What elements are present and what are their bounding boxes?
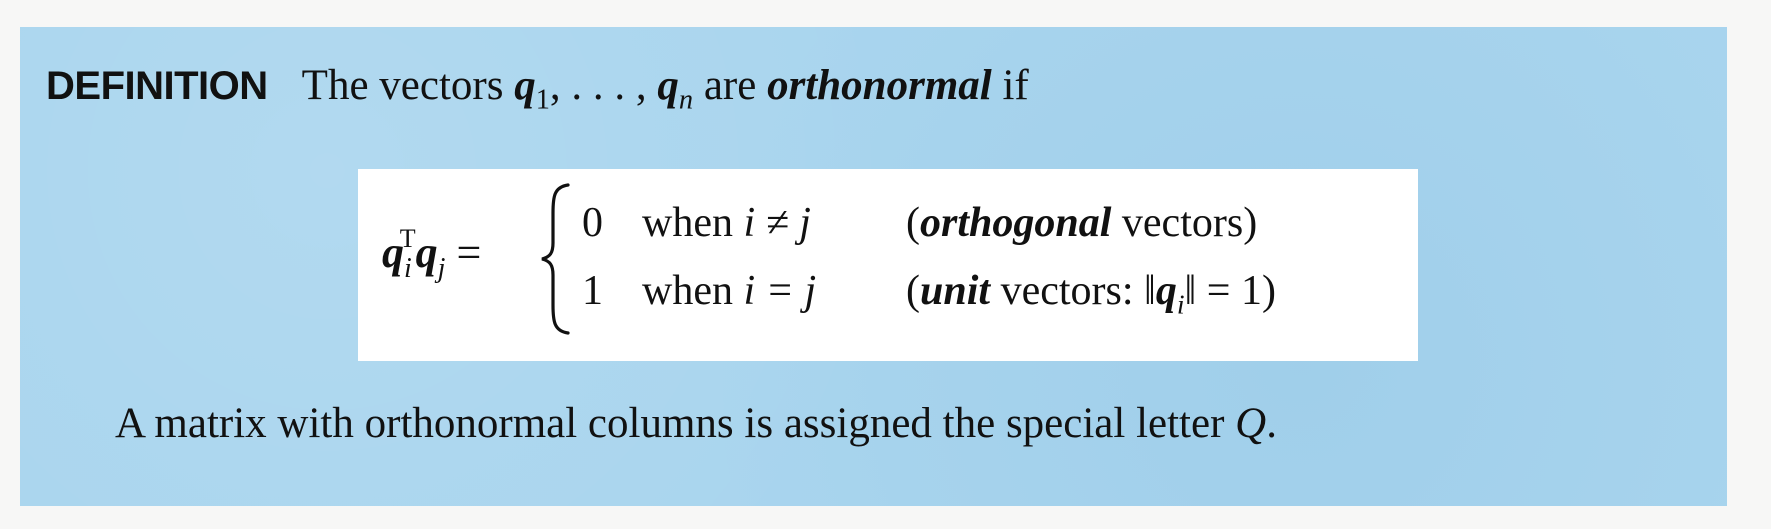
condition-expression: i ≠ j [743,200,811,246]
condition-expression: i = j [743,268,817,314]
case-row-unit: 1 when i = j (unit vectors: ‖qi‖ = 1) [582,267,1276,323]
lhs-subscript-i: i [404,253,412,284]
footer-sentence: A matrix with orthonormal columns is ass… [115,399,1277,448]
if-text: if [991,62,1029,109]
q-letter: Q [1235,400,1267,447]
case-note: (orthogonal vectors) [906,200,1257,246]
are-text: are [693,62,768,109]
case-condition: when i ≠ j [642,199,906,247]
case-row-orthogonal: 0 when i ≠ j (orthogonal vectors) [582,199,1257,255]
q1-subscript: 1 [535,84,550,116]
norm-q-symbol: q [1155,268,1177,314]
note-rest: vectors) [1111,200,1258,246]
case-value: 1 [582,268,603,314]
unit-term: unit [920,268,991,314]
formula-lhs: qiTqj = [382,224,482,284]
equals-sign: = [445,228,482,277]
note-rest-b: ‖ = 1) [1184,268,1276,314]
definition-label: DEFINITION [46,64,268,108]
note-open-paren: ( [906,200,920,246]
definition-heading: DEFINITION The vectors q1, . . . , qn are… [46,61,1029,114]
norm-q-subscript: i [1176,288,1185,320]
when-word: when [642,268,744,314]
footer-period: . [1266,400,1277,447]
heading-lead: The vectors [301,62,504,109]
lhs-superscript-t: T [399,224,416,253]
ellipsis: , . . . , [549,62,658,109]
orthogonal-term: orthogonal [920,200,1112,246]
formula-panel: qiTqj = 0 when i ≠ j (orthogonal vectors) … [358,169,1418,361]
lhs-q2-symbol: q [415,228,438,277]
note-rest-a: vectors: ‖ [990,268,1156,314]
when-word: when [642,200,744,246]
note-open-paren: ( [906,268,920,314]
case-value: 0 [582,200,603,246]
lhs-subscript-j: j [437,253,446,284]
definition-box: DEFINITION The vectors q1, . . . , qn are… [20,27,1727,506]
case-note: (unit vectors: ‖qi‖ = 1) [906,268,1276,318]
qn-subscript: n [678,84,694,116]
orthonormal-term: orthonormal [767,62,992,109]
qn-symbol: q [657,62,679,109]
left-brace-icon [541,183,570,335]
case-condition: when i = j [642,267,906,315]
footer-text: A matrix with orthonormal columns is ass… [115,400,1236,447]
q1-symbol: q [514,62,536,109]
